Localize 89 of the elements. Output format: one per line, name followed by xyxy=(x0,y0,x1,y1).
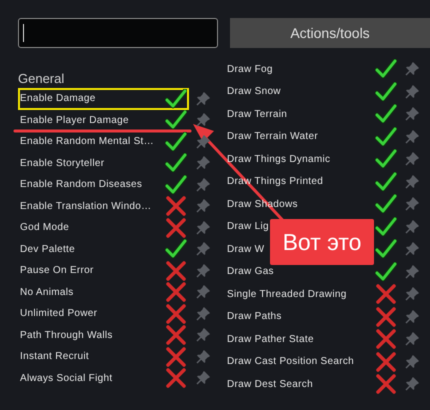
pin-icon[interactable] xyxy=(405,197,419,212)
pin-icon[interactable] xyxy=(196,113,210,128)
pin-icon[interactable] xyxy=(196,199,210,214)
setting-label: Dev Palette xyxy=(20,242,75,257)
cross-icon[interactable] xyxy=(165,282,187,302)
search-field[interactable] xyxy=(18,18,218,48)
cross-icon[interactable] xyxy=(375,352,397,372)
check-icon[interactable] xyxy=(165,132,187,152)
setting-label: Draw Gas xyxy=(227,265,274,280)
pin-icon[interactable] xyxy=(196,306,210,321)
setting-label: Draw Snow xyxy=(227,85,281,100)
setting-label: Pause On Error xyxy=(20,264,94,278)
check-icon[interactable] xyxy=(165,174,187,195)
cross-icon[interactable] xyxy=(375,329,397,350)
cross-icon[interactable] xyxy=(375,306,397,327)
setting-label: Enable Player Damage xyxy=(20,114,129,128)
check-icon[interactable] xyxy=(375,59,397,80)
check-icon[interactable] xyxy=(375,262,397,282)
setting-label: Draw Paths xyxy=(227,310,282,324)
setting-label: Draw Lig xyxy=(227,220,269,234)
setting-label: Draw W xyxy=(227,242,264,257)
pin-icon[interactable] xyxy=(196,92,210,106)
callout-tooltip: Вот это xyxy=(270,219,374,265)
setting-label: Enable Random Diseases xyxy=(20,178,142,192)
setting-label: Enable Damage xyxy=(20,92,96,106)
setting-label: Enable Random Mental St… xyxy=(20,135,154,150)
check-icon[interactable] xyxy=(375,239,397,260)
setting-label: Instant Recruit xyxy=(20,350,89,364)
cross-icon[interactable] xyxy=(165,304,187,324)
cross-icon[interactable] xyxy=(165,346,187,367)
pin-icon[interactable] xyxy=(405,354,419,369)
pin-icon[interactable] xyxy=(196,285,210,300)
pin-icon[interactable] xyxy=(196,350,210,364)
check-icon[interactable] xyxy=(375,104,397,124)
check-icon[interactable] xyxy=(165,88,187,109)
pin-icon[interactable] xyxy=(405,310,419,324)
cross-icon[interactable] xyxy=(165,218,187,238)
pin-icon[interactable] xyxy=(405,332,419,346)
check-icon[interactable] xyxy=(375,149,397,170)
pin-icon[interactable] xyxy=(196,178,210,192)
setting-label: No Animals xyxy=(20,286,74,300)
pin-icon[interactable] xyxy=(405,174,419,189)
check-icon[interactable] xyxy=(375,126,397,147)
setting-label: Draw Cast Position Search xyxy=(227,355,354,370)
pin-icon[interactable] xyxy=(405,62,419,76)
check-icon[interactable] xyxy=(165,110,187,130)
setting-label: Draw Things Dynamic xyxy=(227,152,330,167)
setting-label: Draw Pather State xyxy=(227,332,314,347)
check-icon[interactable] xyxy=(375,216,397,237)
pin-icon[interactable] xyxy=(196,371,210,386)
setting-label: Enable Translation Windo… xyxy=(20,200,152,214)
cross-icon[interactable] xyxy=(375,284,397,304)
cross-icon[interactable] xyxy=(375,374,397,394)
cross-icon[interactable] xyxy=(165,196,187,216)
pin-icon[interactable] xyxy=(196,264,210,278)
check-icon[interactable] xyxy=(165,239,187,260)
setting-label: Always Social Fight xyxy=(20,372,112,386)
setting-label: God Mode xyxy=(20,221,70,236)
actions-tools-button[interactable]: Actions/tools xyxy=(230,18,430,48)
setting-label: Draw Fog xyxy=(227,62,273,77)
pin-icon[interactable] xyxy=(405,287,419,302)
check-icon[interactable] xyxy=(375,82,397,102)
check-icon[interactable] xyxy=(375,172,397,192)
pin-icon[interactable] xyxy=(196,220,210,235)
cross-icon[interactable] xyxy=(165,260,187,281)
setting-label: Enable Storyteller xyxy=(20,156,104,171)
pin-icon[interactable] xyxy=(196,134,210,149)
pin-icon[interactable] xyxy=(405,107,419,122)
cross-icon[interactable] xyxy=(165,325,187,346)
setting-label: Unlimited Power xyxy=(20,307,98,322)
setting-label: Draw Terrain Water xyxy=(227,130,318,144)
pin-icon[interactable] xyxy=(405,152,419,166)
setting-label: Draw Terrain xyxy=(227,108,288,122)
setting-label: Path Through Walls xyxy=(20,328,113,343)
pin-icon[interactable] xyxy=(405,242,419,256)
section-heading: General xyxy=(18,70,66,88)
check-icon[interactable] xyxy=(375,194,397,214)
check-icon[interactable] xyxy=(165,153,187,174)
pin-icon[interactable] xyxy=(405,220,419,234)
pin-icon[interactable] xyxy=(196,242,210,256)
setting-label: Draw Dest Search xyxy=(227,378,313,392)
cross-icon[interactable] xyxy=(165,368,187,388)
setting-label: Single Threaded Drawing xyxy=(227,288,347,302)
pin-icon[interactable] xyxy=(196,156,210,170)
pin-icon[interactable] xyxy=(405,84,419,99)
pin-icon[interactable] xyxy=(405,377,419,392)
pin-icon[interactable] xyxy=(405,264,419,279)
pin-icon[interactable] xyxy=(405,130,419,144)
pin-icon[interactable] xyxy=(196,328,210,342)
